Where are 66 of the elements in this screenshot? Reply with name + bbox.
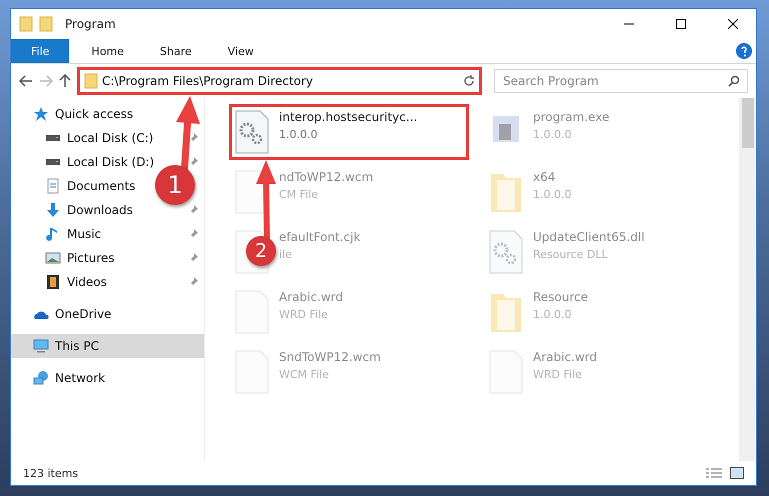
search-field[interactable]: Search Program: [494, 69, 748, 93]
address-bar[interactable]: C:\Program Files\Program Directory: [77, 67, 482, 95]
sidebar-item[interactable]: Pictures: [41, 246, 119, 270]
drive-icon: [45, 159, 61, 165]
folder-icon: [39, 16, 53, 32]
file-name: interop.hostsecurityc...: [279, 110, 418, 124]
sidebar-item[interactable]: Network: [11, 366, 204, 390]
drive-icon: [45, 135, 61, 141]
file-detail: WRD File: [279, 308, 329, 321]
file-icon: [235, 290, 269, 334]
ribbon-tab[interactable]: View: [214, 39, 268, 63]
sidebar-item[interactable]: This PC: [11, 334, 204, 358]
sidebar-item[interactable]: Music: [41, 222, 106, 246]
folder-icon: [19, 16, 33, 32]
gear-file-icon: [489, 230, 523, 274]
file-detail: 1.0.0.0: [533, 188, 572, 201]
folder-icon: [84, 73, 98, 89]
scrollbar[interactable]: [739, 98, 756, 461]
sidebar-item[interactable]: OneDrive: [11, 302, 204, 326]
sidebar-item[interactable]: Documents: [41, 174, 140, 198]
file-item[interactable]: interop.hostsecurityc... 1.0.0.0: [231, 106, 467, 158]
scrollbar-thumb[interactable]: [742, 98, 754, 148]
document-icon: [45, 178, 61, 194]
sidebar-item[interactable]: Quick access: [11, 102, 204, 126]
maximize-icon: [676, 19, 686, 29]
pin-icon[interactable]: [189, 229, 198, 239]
monitor-icon: [33, 338, 49, 354]
file-detail: 1.0.0.0: [533, 128, 572, 141]
file-detail: ile: [279, 248, 293, 261]
pictures-icon: [45, 250, 61, 266]
file-icon: [489, 350, 523, 394]
file-icon: [235, 350, 269, 394]
address-path: C:\Program Files\Program Directory: [102, 74, 314, 88]
refresh-icon[interactable]: [463, 75, 475, 87]
sidebar-item[interactable]: Local Disk (C:): [41, 126, 158, 150]
star-icon: [33, 106, 49, 122]
sidebar-item[interactable]: Downloads: [41, 198, 137, 222]
film-icon: [45, 274, 61, 290]
up-arrow-icon[interactable]: [59, 74, 71, 88]
download-icon: [45, 202, 61, 218]
pin-icon[interactable]: [189, 157, 198, 167]
details-view-icon[interactable]: [706, 467, 722, 479]
sidebar-item[interactable]: Videos: [41, 270, 111, 294]
file-detail: CM File: [279, 188, 320, 201]
file-detail: 1.0.0.0: [279, 128, 318, 141]
item-count: 123 items: [23, 466, 80, 480]
search-icon: [728, 75, 740, 87]
pin-icon[interactable]: [189, 277, 198, 287]
pin-icon[interactable]: [189, 205, 198, 215]
file-detail: WCM File: [279, 368, 330, 381]
pin-icon[interactable]: [189, 133, 198, 143]
ribbon-tab[interactable]: Share: [146, 39, 206, 63]
large-icons-view-icon[interactable]: [730, 467, 744, 479]
file-detail: 1.0.0.0: [533, 308, 572, 321]
ribbon-tab[interactable]: File: [11, 39, 70, 63]
gear-file-icon: [235, 110, 269, 154]
help-icon[interactable]: [736, 43, 752, 59]
window-title: Program: [65, 17, 117, 31]
network-icon: [33, 370, 49, 386]
close-icon: [728, 19, 738, 29]
file-detail: Resource DLL: [533, 248, 609, 261]
back-arrow-icon[interactable]: [19, 75, 33, 87]
minimize-icon: [624, 23, 634, 25]
file-detail: WRD File: [533, 368, 583, 381]
pin-icon[interactable]: [189, 253, 198, 263]
ribbon-tab[interactable]: Home: [77, 39, 138, 63]
